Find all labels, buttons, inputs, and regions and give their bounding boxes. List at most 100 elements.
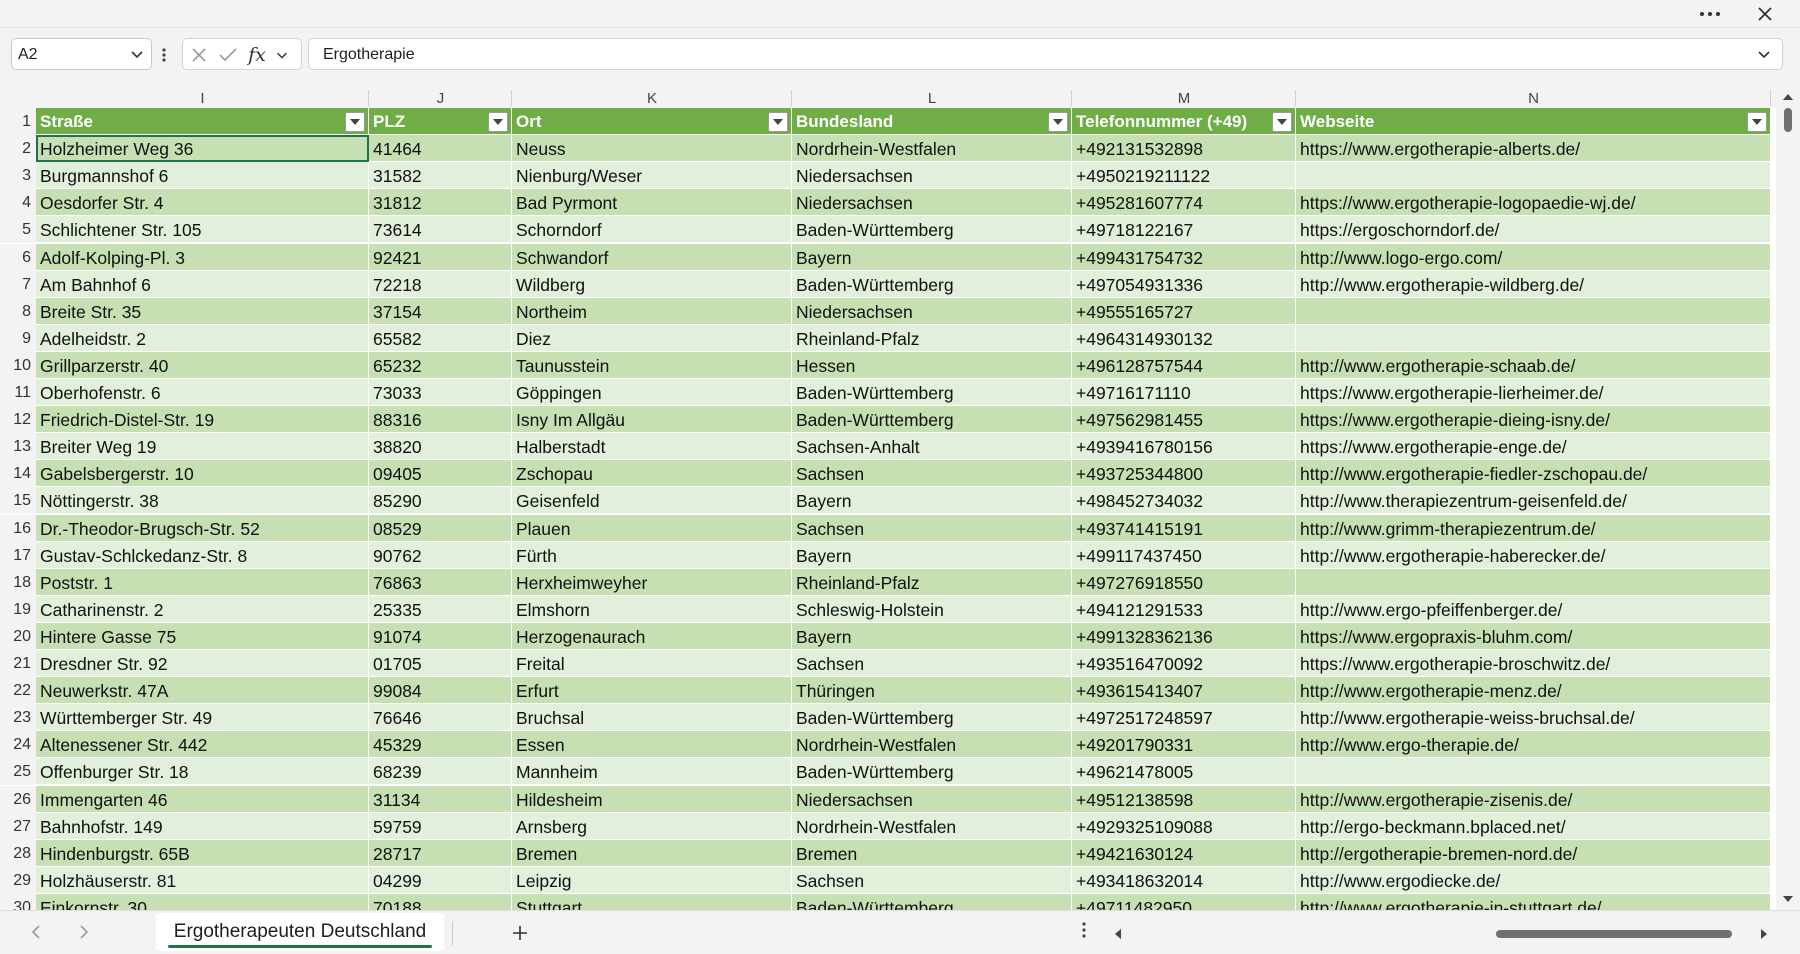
table-cell[interactable]: Holzheimer Weg 36 (36, 135, 369, 163)
table-cell[interactable]: http://www.ergotherapie-haberecker.de/ (1296, 541, 1771, 569)
table-cell[interactable]: Göppingen (512, 379, 792, 407)
table-cell[interactable]: +497562981455 (1072, 406, 1296, 434)
table-cell[interactable]: http://www.grimm-therapiezentrum.de/ (1296, 514, 1771, 542)
table-cell[interactable]: 37154 (369, 297, 512, 325)
table-cell[interactable]: Stuttgart (512, 893, 792, 910)
table-cell[interactable]: Herxheimweyher (512, 568, 792, 596)
table-cell[interactable]: Sachsen (792, 650, 1072, 678)
table-cell[interactable]: Rheinland-Pfalz (792, 324, 1072, 352)
table-cell[interactable]: http://ergo-beckmann.bplaced.net/ (1296, 812, 1771, 840)
table-cell[interactable]: Plauen (512, 514, 792, 542)
table-cell[interactable]: Breiter Weg 19 (36, 433, 369, 461)
sheet-tab-ergotherapeuten[interactable]: Ergotherapeuten Deutschland (156, 913, 444, 951)
table-cell[interactable]: Breite Str. 35 (36, 297, 369, 325)
table-cell[interactable]: Leipzig (512, 866, 792, 894)
table-cell[interactable]: http://www.therapiezentrum-geisenfeld.de… (1296, 487, 1771, 515)
chevron-down-icon[interactable] (129, 46, 145, 67)
column-divider[interactable] (1770, 90, 1771, 106)
row-header[interactable]: 2 (0, 135, 36, 163)
table-cell[interactable]: Arnsberg (512, 812, 792, 840)
table-cell[interactable]: https://www.ergotherapie-logopaedie-wj.d… (1296, 189, 1771, 217)
table-cell[interactable]: Essen (512, 731, 792, 759)
table-cell[interactable]: Baden-Württemberg (792, 893, 1072, 910)
select-all-corner[interactable] (0, 86, 36, 108)
table-cell[interactable]: +49711482950 (1072, 893, 1296, 910)
table-cell[interactable]: https://www.ergopraxis-bluhm.com/ (1296, 622, 1771, 650)
table-cell[interactable]: Bayern (792, 622, 1072, 650)
scroll-up-icon[interactable] (1782, 90, 1794, 102)
table-cell[interactable]: Nordrhein-Westfalen (792, 812, 1072, 840)
vertical-scrollbar[interactable] (1776, 86, 1800, 910)
table-cell[interactable]: http://www.logo-ergo.com/ (1296, 243, 1771, 271)
column-header[interactable]: M (1072, 86, 1296, 108)
table-cell[interactable]: Bayern (792, 243, 1072, 271)
row-header[interactable]: 8 (0, 297, 36, 325)
row-header[interactable]: 3 (0, 162, 36, 190)
table-cell[interactable]: +4929325109088 (1072, 812, 1296, 840)
table-cell[interactable]: Mannheim (512, 758, 792, 786)
table-cell[interactable]: 99084 (369, 677, 512, 705)
table-cell[interactable]: Erfurt (512, 677, 792, 705)
row-header[interactable]: 7 (0, 270, 36, 298)
table-cell[interactable]: Wildberg (512, 270, 792, 298)
table-cell[interactable]: Niedersachsen (792, 162, 1072, 190)
expand-formula-bar-icon[interactable] (1756, 46, 1772, 67)
table-cell[interactable]: 28717 (369, 839, 512, 867)
table-cell[interactable]: Elmshorn (512, 595, 792, 623)
table-cell[interactable]: Thüringen (792, 677, 1072, 705)
table-cell[interactable]: Schorndorf (512, 216, 792, 244)
row-header[interactable]: 25 (0, 758, 36, 786)
table-cell[interactable]: https://ergoschorndorf.de/ (1296, 216, 1771, 244)
table-cell[interactable]: +497276918550 (1072, 568, 1296, 596)
table-cell[interactable]: +493615413407 (1072, 677, 1296, 705)
scroll-left-icon[interactable] (1112, 927, 1124, 945)
table-cell[interactable]: Hintere Gasse 75 (36, 622, 369, 650)
vertical-scroll-thumb[interactable] (1784, 108, 1792, 132)
table-cell[interactable]: 31812 (369, 189, 512, 217)
row-header[interactable]: 21 (0, 650, 36, 678)
table-cell[interactable]: Fürth (512, 541, 792, 569)
table-cell[interactable]: Poststr. 1 (36, 568, 369, 596)
table-cell[interactable]: Sachsen (792, 866, 1072, 894)
table-cell[interactable]: Zschopau (512, 460, 792, 488)
row-header[interactable]: 29 (0, 866, 36, 894)
table-cell[interactable]: Freital (512, 650, 792, 678)
table-cell[interactable]: +495281607774 (1072, 189, 1296, 217)
filter-dropdown-icon[interactable] (345, 112, 365, 132)
table-cell[interactable]: http://www.ergotherapie-in-stuttgart.de/ (1296, 893, 1771, 910)
table-cell[interactable]: Einkornstr. 30 (36, 893, 369, 910)
table-cell[interactable]: Bruchsal (512, 704, 792, 732)
table-cell[interactable]: Gabelsbergerstr. 10 (36, 460, 369, 488)
table-cell[interactable]: http://www.ergo-therapie.de/ (1296, 731, 1771, 759)
table-cell[interactable]: Adolf-Kolping-Pl. 3 (36, 243, 369, 271)
table-cell[interactable]: Dr.-Theodor-Brugsch-Str. 52 (36, 514, 369, 542)
more-options-icon[interactable] (1694, 2, 1726, 26)
row-header[interactable]: 28 (0, 839, 36, 867)
table-cell[interactable]: +494121291533 (1072, 595, 1296, 623)
table-cell[interactable]: Schleswig-Holstein (792, 595, 1072, 623)
table-cell[interactable]: http://www.ergotherapie-fiedler-zschopau… (1296, 460, 1771, 488)
formula-bar-grip-icon[interactable] (161, 45, 167, 65)
table-cell[interactable]: 31134 (369, 785, 512, 813)
row-header[interactable]: 22 (0, 677, 36, 705)
table-cell[interactable]: Friedrich-Distel-Str. 19 (36, 406, 369, 434)
table-cell[interactable]: Niedersachsen (792, 297, 1072, 325)
table-cell[interactable]: +492131532898 (1072, 135, 1296, 163)
table-cell[interactable]: https://www.ergotherapie-dieing-isny.de/ (1296, 406, 1771, 434)
table-cell[interactable]: Rheinland-Pfalz (792, 568, 1072, 596)
table-cell[interactable]: Niedersachsen (792, 785, 1072, 813)
filter-dropdown-icon[interactable] (768, 112, 788, 132)
row-header[interactable]: 11 (0, 379, 36, 407)
row-header[interactable]: 9 (0, 324, 36, 352)
filter-dropdown-icon[interactable] (1272, 112, 1292, 132)
table-cell[interactable]: Grillparzerstr. 40 (36, 351, 369, 379)
column-header[interactable]: N (1296, 86, 1771, 108)
table-cell[interactable]: http://www.ergotherapie-wildberg.de/ (1296, 270, 1771, 298)
table-cell[interactable]: +4991328362136 (1072, 622, 1296, 650)
table-cell[interactable]: 38820 (369, 433, 512, 461)
table-cell[interactable]: 59759 (369, 812, 512, 840)
table-cell[interactable]: 73614 (369, 216, 512, 244)
table-cell[interactable] (1296, 568, 1771, 596)
filter-dropdown-icon[interactable] (488, 112, 508, 132)
table-cell[interactable]: Nordrhein-Westfalen (792, 731, 1072, 759)
